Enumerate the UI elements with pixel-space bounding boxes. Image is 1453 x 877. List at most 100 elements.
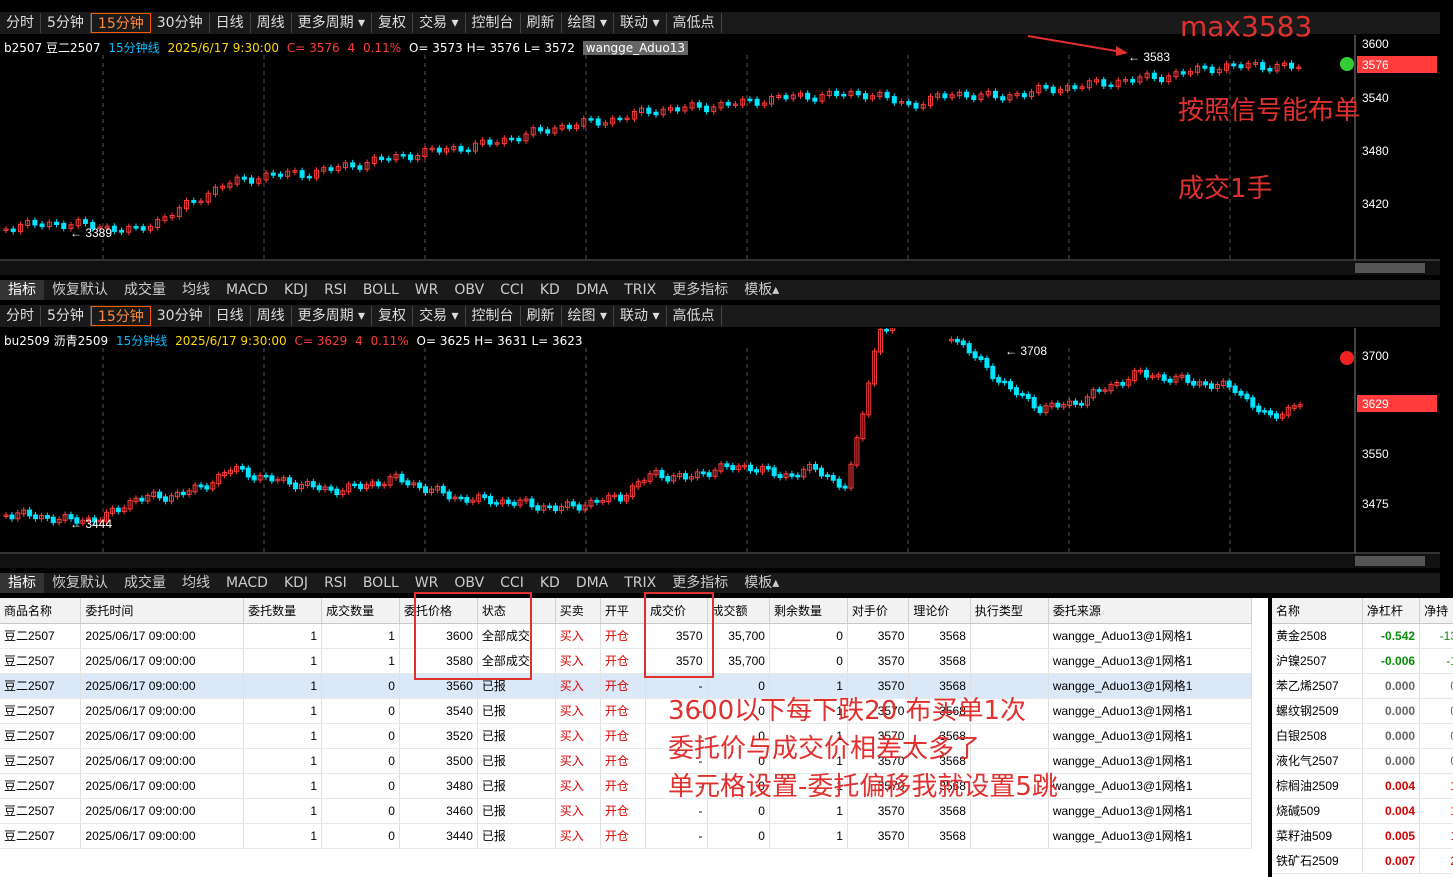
period-tab-fenshi[interactable]: 分时 [0, 13, 41, 33]
position-row[interactable]: 苯乙烯25070.0000 [1272, 673, 1453, 699]
macd-tab[interactable]: MACD [218, 573, 276, 593]
orders-table[interactable]: 商品名称 委托时间 委托数量 成交数量 委托价格 状态 买卖 开平 成交价 成交额 剩余数量 对手价理… [0, 598, 1268, 877]
position-row[interactable]: 沪镍2507-0.006-1 [1272, 648, 1453, 674]
cci-tab[interactable]: CCI [492, 573, 532, 593]
orders-header-cell[interactable]: 开平 [600, 598, 647, 624]
console-button[interactable]: 控制台 [466, 306, 521, 326]
restore-default-tab[interactable]: 恢复默认 [44, 280, 116, 300]
kd-tab[interactable]: KD [532, 280, 568, 300]
adjust-button[interactable]: 复权 [372, 306, 414, 326]
high-low-button[interactable]: 高低点 [667, 306, 722, 326]
more-periods-button[interactable]: 更多周期 ▾ [292, 13, 373, 33]
high-low-button[interactable]: 高低点 [667, 13, 722, 33]
template-tab[interactable]: 模板▴ [736, 573, 787, 593]
order-row[interactable]: 豆二2507 2025/06/17 09:00:00 1 0 3440 已报 买入 开仓 -0 1… [0, 823, 1253, 849]
more-indicators-tab[interactable]: 更多指标 [664, 280, 736, 300]
obv-tab[interactable]: OBV [446, 573, 492, 593]
positions-header-cell[interactable]: 净杠杆 [1362, 598, 1421, 624]
order-row[interactable]: 豆二2507 2025/06/17 09:00:00 1 1 3580 全部成交 买入 开仓 3… [0, 648, 1253, 674]
more-indicators-tab[interactable]: 更多指标 [664, 573, 736, 593]
adjust-button[interactable]: 复权 [372, 13, 414, 33]
position-row[interactable]: 螺纹钢25090.0000 [1272, 698, 1453, 724]
more-periods-button[interactable]: 更多周期 ▾ [292, 306, 373, 326]
period-tab-week[interactable]: 周线 [251, 13, 292, 33]
template-tab[interactable]: 模板▴ [736, 280, 787, 300]
period-tab-30min[interactable]: 30分钟 [151, 306, 210, 326]
period-tab-5min[interactable]: 5分钟 [41, 306, 91, 326]
order-row[interactable]: 豆二2507 2025/06/17 09:00:00 1 0 3520 已报 买入 开仓 -0 1… [0, 723, 1253, 749]
trix-tab[interactable]: TRIX [616, 280, 664, 300]
kdj-tab[interactable]: KDJ [276, 573, 316, 593]
ma-tab[interactable]: 均线 [174, 573, 218, 593]
position-row[interactable]: 烧碱5090.0041 [1272, 798, 1453, 824]
console-button[interactable]: 控制台 [466, 13, 521, 33]
boll-tab[interactable]: BOLL [355, 573, 407, 593]
indicator-tab[interactable]: 指标 [0, 280, 44, 300]
position-row[interactable]: 液化气25070.0000 [1272, 748, 1453, 774]
boll-tab[interactable]: BOLL [355, 280, 407, 300]
period-tab-15min[interactable]: 15分钟 [90, 306, 151, 326]
orders-header-cell[interactable]: 对手价 [847, 598, 910, 624]
positions-header-cell[interactable]: 名称 [1272, 598, 1363, 624]
kd-tab[interactable]: KD [532, 573, 568, 593]
highlight-order-price-status [414, 592, 532, 680]
position-row[interactable]: 菜籽油5090.0051 [1272, 823, 1453, 849]
order-row[interactable]: 豆二2507 2025/06/17 09:00:00 1 0 3480 已报 买入 开仓 -0 1… [0, 773, 1253, 799]
position-row[interactable]: 棕榈油25090.0041 [1272, 773, 1453, 799]
period-tab-5min[interactable]: 5分钟 [41, 13, 91, 33]
macd-tab[interactable]: MACD [218, 280, 276, 300]
trix-tab[interactable]: TRIX [616, 573, 664, 593]
indicator-tab[interactable]: 指标 [0, 573, 44, 593]
orders-header-cell[interactable]: 执行类型 [970, 598, 1049, 624]
orders-header-cell[interactable]: 剩余数量 [769, 598, 848, 624]
order-row[interactable]: 豆二2507 2025/06/17 09:00:00 1 0 3460 已报 买入 开仓 -0 1… [0, 798, 1253, 824]
kdj-tab[interactable]: KDJ [276, 280, 316, 300]
order-row[interactable]: 豆二2507 2025/06/17 09:00:00 1 0 3500 已报 买入 开仓 -0 1… [0, 748, 1253, 774]
rsi-tab[interactable]: RSI [316, 573, 355, 593]
refresh-button[interactable]: 刷新 [521, 13, 562, 33]
order-row[interactable]: 豆二2507 2025/06/17 09:00:00 1 0 3560 已报 买入 开仓 -0 1… [0, 673, 1253, 699]
dma-tab[interactable]: DMA [568, 573, 616, 593]
chart1-panel[interactable]: b2507 豆二2507 15分钟线 2025/6/17 9:30:00 C= … [0, 35, 1440, 277]
order-row[interactable]: 豆二2507 2025/06/17 09:00:00 1 0 3540 已报 买入 开仓 -0 1… [0, 698, 1253, 724]
volume-tab[interactable]: 成交量 [116, 573, 174, 593]
orders-header-cell[interactable]: 买卖 [555, 598, 601, 624]
period-tab-week[interactable]: 周线 [251, 306, 292, 326]
period-tab-fenshi[interactable]: 分时 [0, 306, 41, 326]
period-tab-30min[interactable]: 30分钟 [151, 13, 210, 33]
trade-button[interactable]: 交易 ▾ [413, 306, 466, 326]
chart2-panel[interactable]: bu2509 沥青2509 15分钟线 2025/6/17 9:30:00 C=… [0, 328, 1440, 570]
dma-tab[interactable]: DMA [568, 280, 616, 300]
period-tab-day[interactable]: 日线 [210, 13, 251, 33]
positions-table[interactable]: 名称净杠杆净持 黄金2508-0.542-13沪镍2507-0.006-1苯乙烯… [1272, 598, 1453, 877]
restore-default-tab[interactable]: 恢复默认 [44, 573, 116, 593]
orders-header-cell[interactable]: 委托数量 [243, 598, 323, 624]
period-tab-15min[interactable]: 15分钟 [90, 13, 151, 33]
obv-tab[interactable]: OBV [446, 280, 492, 300]
orders-header-cell[interactable]: 成交数量 [321, 598, 400, 624]
orders-header-cell[interactable]: 理论价 [908, 598, 971, 624]
orders-header-cell[interactable]: 商品名称 [0, 598, 82, 624]
refresh-button[interactable]: 刷新 [521, 306, 562, 326]
period-tab-day[interactable]: 日线 [210, 306, 251, 326]
draw-button[interactable]: 绘图 ▾ [562, 306, 615, 326]
volume-tab[interactable]: 成交量 [116, 280, 174, 300]
link-button[interactable]: 联动 ▾ [614, 13, 667, 33]
wr-tab[interactable]: WR [407, 573, 447, 593]
candle-body [375, 481, 381, 487]
draw-button[interactable]: 绘图 ▾ [562, 13, 615, 33]
position-row[interactable]: 黄金2508-0.542-13 [1272, 623, 1453, 649]
order-row[interactable]: 豆二2507 2025/06/17 09:00:00 1 1 3600 全部成交 买入 开仓 3… [0, 623, 1253, 649]
orders-header-cell[interactable]: 委托时间 [80, 598, 245, 624]
positions-header-cell[interactable]: 净持 [1419, 598, 1453, 624]
position-row[interactable]: 铁矿石25090.0072 [1272, 848, 1453, 874]
ma-tab[interactable]: 均线 [174, 280, 218, 300]
wr-tab[interactable]: WR [407, 280, 447, 300]
position-row[interactable]: 白银25080.0000 [1272, 723, 1453, 749]
orders-header-cell[interactable]: 委托来源 [1048, 598, 1253, 624]
link-button[interactable]: 联动 ▾ [614, 306, 667, 326]
orders-header-cell[interactable]: 成交额 [707, 598, 770, 624]
rsi-tab[interactable]: RSI [316, 280, 355, 300]
trade-button[interactable]: 交易 ▾ [413, 13, 466, 33]
cci-tab[interactable]: CCI [492, 280, 532, 300]
